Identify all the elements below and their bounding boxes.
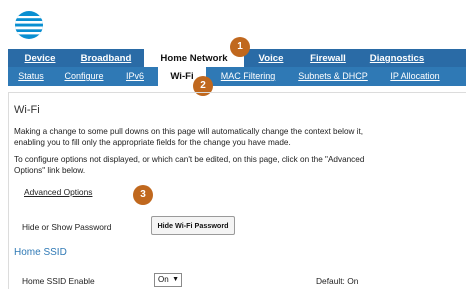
subtab-mac-filtering[interactable]: MAC Filtering	[213, 67, 283, 86]
home-ssid-enable-select[interactable]: On ▼	[154, 273, 182, 287]
router-config-page: Device Broadband Home Network Voice Fire…	[0, 0, 474, 289]
tab-device[interactable]: Device	[8, 49, 72, 67]
advanced-hint-line-1: To configure options not displayed, or w…	[14, 155, 365, 164]
intro-text-line-2: enabling you to fill only the appropriat…	[14, 138, 291, 147]
callout-badge-1: 1	[230, 37, 250, 57]
tab-diagnostics[interactable]: Diagnostics	[362, 49, 432, 67]
hide-show-password-label: Hide or Show Password	[22, 222, 112, 232]
subtab-ip-allocation[interactable]: IP Allocation	[383, 67, 447, 86]
advanced-hint-line-2: Options" link below.	[14, 166, 86, 175]
att-globe-logo	[15, 11, 43, 39]
subtab-ipv6[interactable]: IPv6	[122, 67, 148, 86]
advanced-options-link[interactable]: Advanced Options	[24, 187, 92, 197]
home-ssid-enable-label: Home SSID Enable	[22, 276, 95, 286]
tab-firewall[interactable]: Firewall	[300, 49, 356, 67]
chevron-down-icon: ▼	[172, 276, 179, 283]
tab-home-network[interactable]: Home Network	[144, 49, 244, 67]
subtab-subnets-dhcp[interactable]: Subnets & DHCP	[291, 67, 375, 86]
intro-text-line-1: Making a change to some pull downs on th…	[14, 127, 364, 136]
page-title: Wi-Fi	[14, 104, 40, 116]
subtab-status[interactable]: Status	[14, 67, 48, 86]
tab-voice[interactable]: Voice	[248, 49, 294, 67]
hide-wifi-password-button[interactable]: Hide Wi-Fi Password	[151, 216, 235, 235]
home-ssid-heading: Home SSID	[14, 247, 67, 258]
home-ssid-enable-default: Default: On	[316, 276, 359, 286]
tab-broadband[interactable]: Broadband	[72, 49, 140, 67]
sub-nav: Status Configure IPv6 Wi-Fi MAC Filterin…	[8, 67, 466, 86]
home-ssid-enable-value: On	[158, 275, 169, 284]
subtab-configure[interactable]: Configure	[61, 67, 107, 86]
